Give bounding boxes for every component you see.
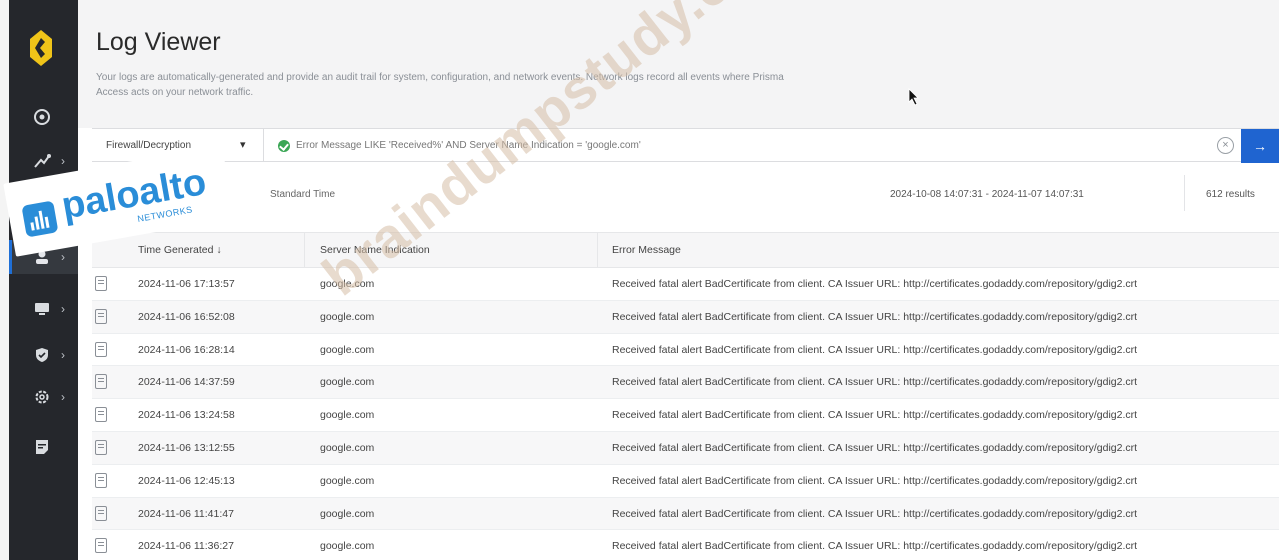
chevron-down-icon: ▾	[240, 139, 246, 151]
connections-icon	[34, 154, 51, 168]
table-row[interactable]: 2024-11-06 14:37:59 google.com Received fa…	[92, 366, 1279, 400]
clear-query-button[interactable]: ×	[1217, 137, 1234, 154]
sidebar-item-reports[interactable]	[9, 430, 78, 464]
table-body: 2024-11-06 17:13:57 google.com Received fa…	[92, 268, 1279, 560]
table-row[interactable]: 2024-11-06 11:41:47 google.com Received fa…	[92, 497, 1279, 531]
cell-server-name: google.com	[320, 310, 375, 323]
cell-error-message: Received fatal alert BadCertificate from…	[612, 310, 1138, 323]
log-table: Time Generated ↓ Server Name Indication …	[92, 232, 1279, 560]
cell-time-generated: 2024-11-06 16:28:14	[138, 343, 235, 356]
table-row[interactable]: 2024-11-06 13:12:55 google.com Received fa…	[92, 431, 1279, 465]
column-divider[interactable]	[304, 233, 305, 268]
column-header-error[interactable]: Error Message	[612, 244, 681, 256]
cell-server-name: google.com	[320, 343, 375, 356]
sidebar-nav: › › › › ›	[0, 0, 78, 560]
cell-error-message: Received fatal alert BadCertificate from…	[612, 441, 1138, 454]
sidebar-item-security[interactable]: ›	[9, 338, 78, 372]
cell-server-name: google.com	[320, 507, 375, 520]
chevron-right-icon: ›	[61, 390, 65, 404]
column-divider[interactable]	[597, 233, 598, 268]
gear-icon	[35, 390, 49, 404]
dashboard-icon	[34, 109, 50, 125]
sidebar-item-dashboard[interactable]	[9, 100, 78, 134]
chevron-right-icon: ›	[61, 302, 65, 316]
log-detail-icon[interactable]	[95, 374, 107, 390]
log-detail-icon[interactable]	[95, 538, 107, 554]
cell-time-generated: 2024-11-06 13:12:55	[138, 441, 235, 454]
cell-time-generated: 2024-11-06 11:36:27	[138, 540, 234, 553]
cell-time-generated: 2024-11-06 13:24:58	[138, 409, 235, 422]
paloalto-wordmark: paloalto	[58, 160, 210, 228]
cell-time-generated: 2024-11-06 11:41:47	[138, 507, 234, 520]
table-row[interactable]: 2024-11-06 17:13:57 google.com Received fa…	[92, 268, 1279, 301]
log-detail-icon[interactable]	[95, 407, 107, 423]
cell-server-name: google.com	[320, 474, 375, 487]
cell-time-generated: 2024-11-06 16:52:08	[138, 310, 235, 323]
table-header: Time Generated ↓ Server Name Indication …	[92, 232, 1279, 268]
results-info-bar: Standard Time 2024-10-08 14:07:31 - 2024…	[92, 163, 1279, 229]
cell-server-name: google.com	[320, 409, 375, 422]
table-row[interactable]: 2024-11-06 13:24:58 google.com Received fa…	[92, 399, 1279, 432]
chevron-right-icon: ›	[61, 154, 65, 168]
cell-server-name: google.com	[320, 278, 375, 290]
log-detail-icon[interactable]	[95, 505, 107, 521]
log-detail-icon[interactable]	[95, 341, 107, 357]
cell-server-name: google.com	[320, 441, 375, 454]
cell-error-message: Received fatal alert BadCertificate from…	[612, 278, 1138, 290]
table-row[interactable]: 2024-11-06 11:36:27 google.com Received fa…	[92, 530, 1279, 560]
log-detail-icon[interactable]	[95, 472, 107, 488]
sidebar-item-settings[interactable]: ›	[9, 380, 78, 414]
divider	[1184, 175, 1185, 211]
cell-error-message: Received fatal alert BadCertificate from…	[612, 507, 1138, 520]
results-count: 612 results	[1206, 189, 1255, 200]
query-bar: Firewall/Decryption ▾ Error Message LIKE…	[92, 128, 1279, 163]
main-content: Log Viewer Your logs are automatically-g…	[78, 0, 1279, 560]
page-description: Your logs are automatically-generated an…	[96, 72, 784, 98]
column-header-time[interactable]: Time Generated ↓	[138, 244, 222, 256]
cell-error-message: Received fatal alert BadCertificate from…	[612, 376, 1138, 389]
logo-icon[interactable]	[30, 30, 52, 66]
cell-time-generated: 2024-11-06 14:37:59	[138, 376, 235, 389]
dataset-select-value: Firewall/Decryption	[106, 140, 192, 151]
log-detail-icon[interactable]	[95, 276, 107, 291]
cell-error-message: Received fatal alert BadCertificate from…	[612, 540, 1138, 553]
log-detail-icon[interactable]	[95, 308, 107, 324]
table-row[interactable]: 2024-11-06 12:45:13 google.com Received fa…	[92, 464, 1279, 498]
table-row[interactable]: 2024-11-06 16:28:14 google.com Received fa…	[92, 333, 1279, 367]
cell-server-name: google.com	[320, 540, 375, 553]
valid-check-icon	[278, 139, 290, 152]
chevron-right-icon: ›	[61, 348, 65, 362]
query-text: Error Message LIKE 'Received%' AND Serve…	[296, 140, 641, 151]
cell-time-generated: 2024-11-06 17:13:57	[138, 278, 235, 290]
monitor-icon	[35, 303, 49, 315]
paloalto-bars-icon	[21, 200, 59, 238]
time-range-picker[interactable]: 2024-10-08 14:07:31 - 2024-11-07 14:07:3…	[890, 189, 1084, 200]
shield-icon	[36, 348, 48, 362]
sidebar-edge	[0, 0, 9, 560]
report-icon	[36, 440, 48, 454]
cell-error-message: Received fatal alert BadCertificate from…	[612, 343, 1138, 356]
run-query-button[interactable]: →	[1241, 129, 1279, 163]
column-header-sni[interactable]: Server Name Indication	[320, 244, 430, 256]
cell-server-name: google.com	[320, 376, 375, 389]
cell-error-message: Received fatal alert BadCertificate from…	[612, 474, 1138, 487]
table-row[interactable]: 2024-11-06 16:52:08 google.com Received fa…	[92, 300, 1279, 334]
cell-time-generated: 2024-11-06 12:45:13	[138, 474, 235, 487]
query-input[interactable]: Error Message LIKE 'Received%' AND Serve…	[278, 129, 641, 162]
cell-error-message: Received fatal alert BadCertificate from…	[612, 409, 1138, 422]
timezone-label: Standard Time	[270, 189, 336, 200]
page-title: Log Viewer	[96, 28, 221, 56]
sidebar-item-monitor[interactable]: ›	[9, 292, 78, 326]
mouse-cursor-icon	[908, 88, 919, 106]
chevron-right-icon: ›	[61, 250, 65, 264]
log-detail-icon[interactable]	[95, 439, 107, 455]
page-header: Log Viewer Your logs are automatically-g…	[78, 0, 1279, 128]
